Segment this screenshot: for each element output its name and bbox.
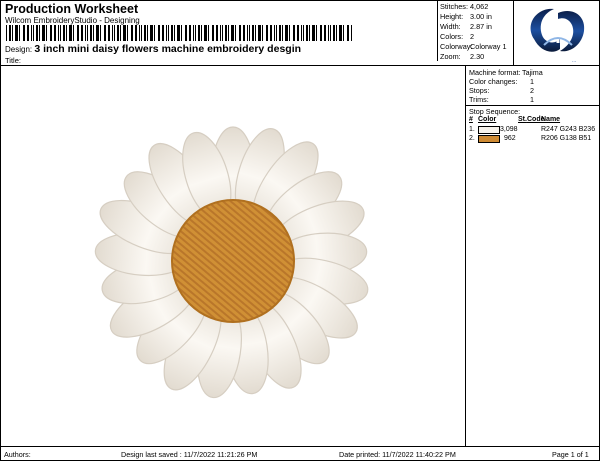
page-number: Page 1 of 1: [552, 450, 589, 459]
worksheet-title: Production Worksheet: [5, 2, 139, 16]
stops-value: 2: [530, 86, 534, 95]
design-row: Design: 3 inch mini daisy flowers machin…: [5, 43, 301, 55]
machine-panel: Machine format: Tajima Color changes: 1 …: [465, 66, 600, 446]
stat-row: Height: 3.00 in: [440, 12, 492, 21]
design-preview: [1, 66, 465, 446]
stat-row: Zoom: 2.30: [440, 52, 485, 61]
production-worksheet: Production Worksheet Wilcom EmbroiderySt…: [0, 0, 600, 461]
divider: [466, 105, 600, 106]
stops-label: Stops:: [469, 86, 490, 95]
row-color-name: R247 G243 B236: [541, 126, 596, 133]
color-changes-label: Color changes:: [469, 77, 518, 86]
machine-format-label: Machine format:: [469, 68, 521, 77]
trims-value: 1: [530, 95, 534, 104]
footer: Authors: Design last saved : 11/7/2022 1…: [1, 446, 599, 462]
col-color: Color: [478, 116, 497, 123]
flower-center: [171, 199, 295, 323]
barcode: [6, 25, 352, 41]
machine-format-value: Tajima: [522, 68, 543, 77]
header-block: Production Worksheet Wilcom EmbroiderySt…: [4, 1, 434, 65]
stats-panel: Stitches: 4,062 Height: 3.00 in Width: 2.87…: [437, 1, 514, 61]
col-stitches: St.: [518, 116, 527, 123]
title-label: Title:: [5, 56, 21, 65]
last-saved: Design last saved : 11/7/2022 11:21:26 P…: [121, 450, 258, 459]
col-name: Name: [541, 116, 561, 123]
brand-logo: ...: [530, 8, 585, 64]
daisy-flower-image: [94, 126, 369, 399]
color-swatch: [478, 135, 500, 143]
stat-row: Width: 2.87 in: [440, 22, 492, 31]
row-color-name: R206 G138 B51: [541, 135, 592, 142]
row-num: 2.: [469, 135, 475, 142]
row-stitches: 3,098: [500, 126, 518, 133]
col-num: #: [469, 116, 473, 123]
row-stitches: 962: [504, 135, 516, 142]
design-label: Design:: [5, 45, 33, 54]
authors-label: Authors:: [4, 450, 31, 459]
trims-label: Trims:: [469, 95, 489, 104]
color-swatch: [478, 126, 500, 134]
logo-caption: ...: [572, 58, 576, 64]
stat-row: Stitches: 4,062: [440, 2, 489, 11]
logo-panel: ...: [513, 1, 600, 65]
date-printed: Date printed: 11/7/2022 11:40:22 PM: [339, 450, 456, 459]
stat-row: Colors: 2: [440, 32, 475, 41]
software-name: Wilcom EmbroideryStudio - Designing: [5, 16, 140, 25]
stop-sequence-title: Stop Sequence:: [469, 107, 521, 116]
color-changes-value: 1: [530, 77, 534, 86]
stat-row: Colorway:Colorway 1: [440, 42, 507, 51]
design-name: 3 inch mini daisy flowers machine embroi…: [34, 43, 302, 55]
row-num: 1.: [469, 126, 475, 133]
